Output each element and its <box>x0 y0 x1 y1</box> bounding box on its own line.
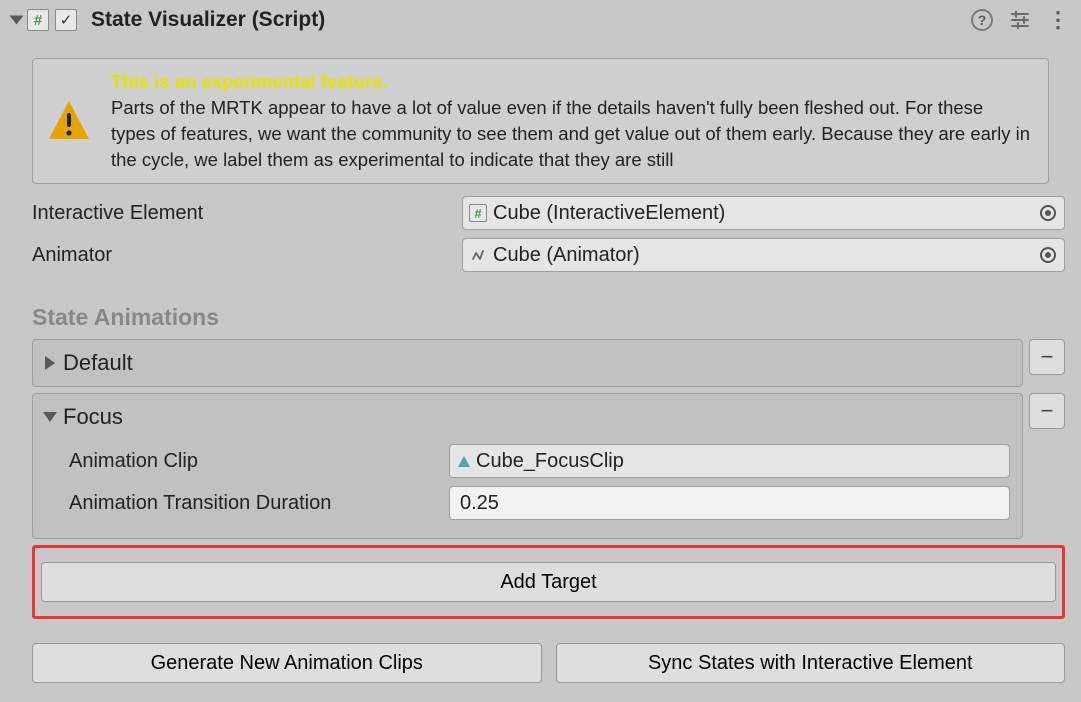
add-target-highlight: Add Target <box>32 545 1065 619</box>
sync-states-button[interactable]: Sync States with Interactive Element <box>556 643 1066 683</box>
animator-field[interactable]: Cube (Animator) <box>462 238 1065 272</box>
animator-mini-icon <box>469 246 487 264</box>
animation-clip-label: Animation Clip <box>69 450 439 473</box>
add-target-button[interactable]: Add Target <box>41 562 1056 602</box>
property-label: Interactive Element <box>32 202 452 225</box>
animator-value: Cube (Animator) <box>493 244 640 267</box>
script-mini-icon: # <box>469 204 487 222</box>
component-header: # ✓ State Visualizer (Script) ? ⋮ <box>0 0 1081 40</box>
property-label: Animator <box>32 244 452 267</box>
state-animations-heading: State Animations <box>32 304 1049 331</box>
kebab-menu-icon[interactable]: ⋮ <box>1047 9 1069 31</box>
component-foldout-arrow[interactable] <box>10 16 24 25</box>
foldout-focus-header[interactable]: Focus <box>45 404 1010 430</box>
foldout-default-title: Default <box>63 350 133 376</box>
animation-clip-field[interactable]: Cube_FocusClip <box>449 444 1010 478</box>
focus-transition-duration-row: Animation Transition Duration 0.25 <box>69 482 1010 524</box>
interactive-element-value: Cube (InteractiveElement) <box>493 202 725 225</box>
component-enable-checkbox[interactable]: ✓ <box>55 9 77 31</box>
interactive-element-field[interactable]: # Cube (InteractiveElement) <box>462 196 1065 230</box>
warning-title: This is an experimental feature. <box>111 71 388 92</box>
foldout-arrow-icon <box>43 412 57 422</box>
component-title: State Visualizer (Script) <box>91 8 325 32</box>
transition-duration-field[interactable]: 0.25 <box>449 486 1010 520</box>
script-icon: # <box>27 9 49 31</box>
help-icon[interactable]: ? <box>971 9 993 31</box>
foldout-focus: Focus Animation Clip Cube_FocusClip Anim… <box>32 393 1023 539</box>
foldout-focus-title: Focus <box>63 404 123 430</box>
animation-clip-value: Cube_FocusClip <box>476 450 624 473</box>
preset-icon[interactable] <box>1009 9 1031 31</box>
focus-animation-clip-row: Animation Clip Cube_FocusClip <box>69 440 1010 482</box>
property-interactive-element: Interactive Element # Cube (InteractiveE… <box>0 192 1081 234</box>
animation-clip-icon <box>458 456 470 467</box>
generate-clips-button[interactable]: Generate New Animation Clips <box>32 643 542 683</box>
object-picker-icon[interactable] <box>1040 247 1056 263</box>
object-picker-icon[interactable] <box>1040 205 1056 221</box>
warning-body: Parts of the MRTK appear to have a lot o… <box>111 97 1030 170</box>
transition-duration-label: Animation Transition Duration <box>69 492 439 515</box>
foldout-default[interactable]: Default <box>32 339 1023 387</box>
warning-icon <box>45 97 93 145</box>
remove-default-button[interactable]: − <box>1029 339 1065 375</box>
property-animator: Animator Cube (Animator) <box>0 234 1081 276</box>
remove-focus-button[interactable]: − <box>1029 393 1065 429</box>
experimental-warning: This is an experimental feature. Parts o… <box>32 58 1049 184</box>
foldout-arrow-icon <box>45 356 55 370</box>
